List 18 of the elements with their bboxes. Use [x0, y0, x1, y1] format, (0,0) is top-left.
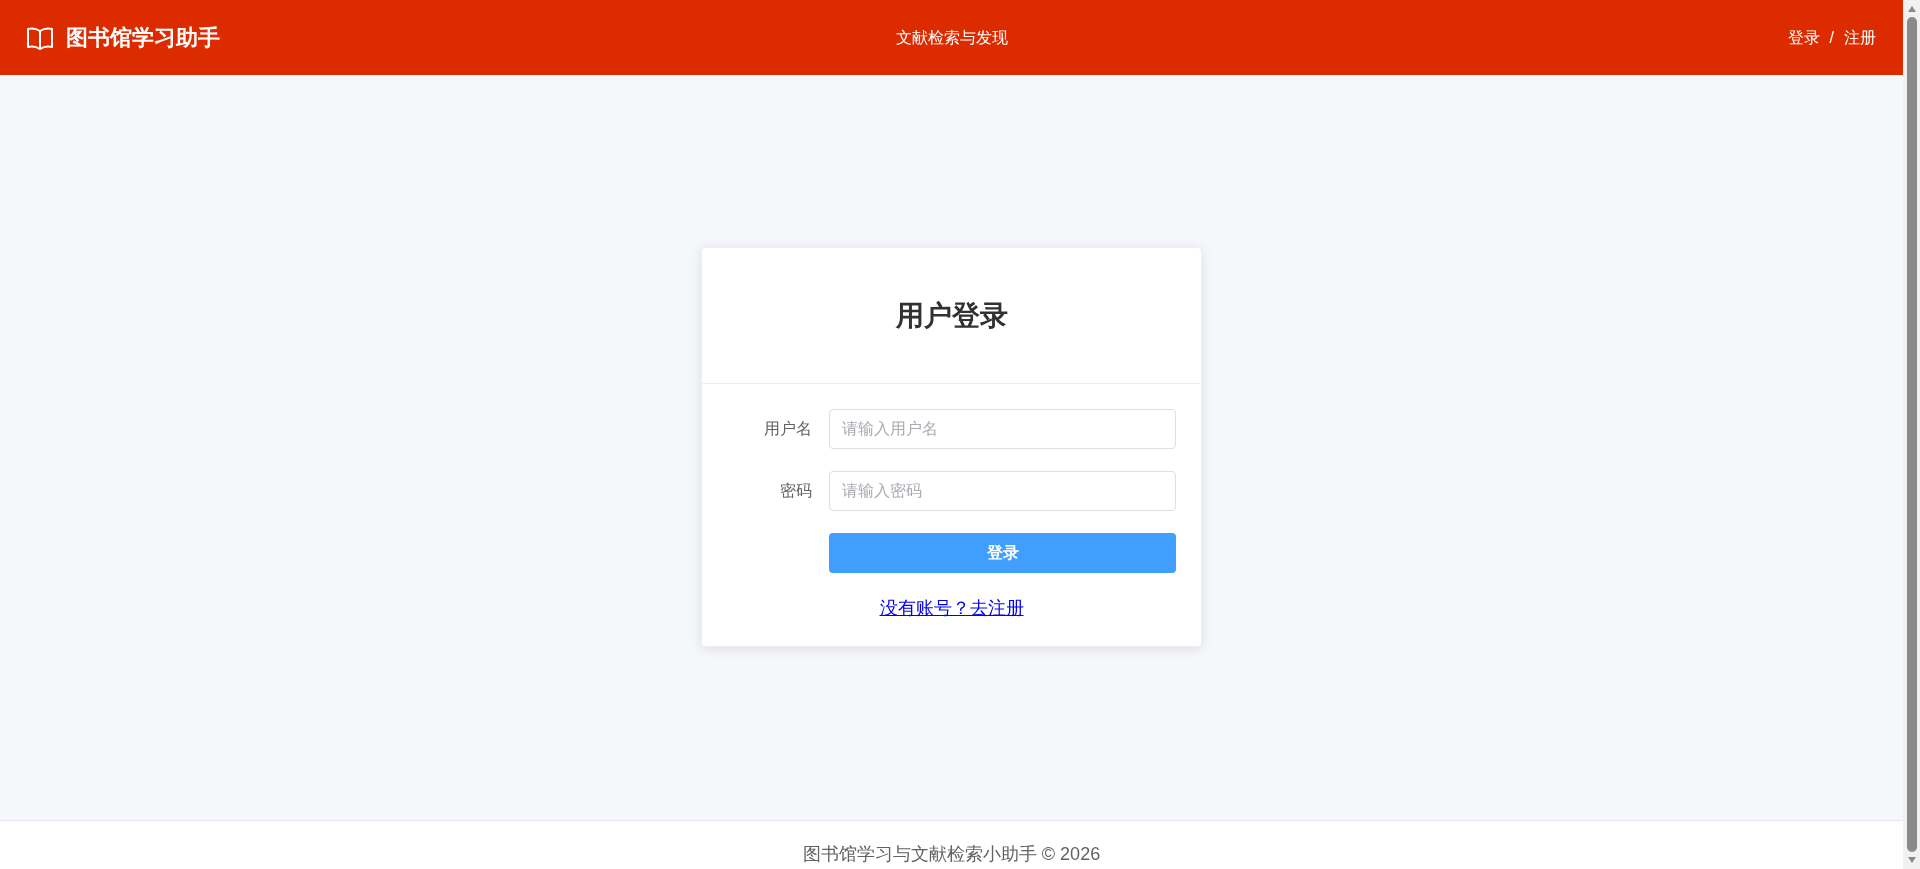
login-button[interactable]: 登录 [829, 533, 1176, 573]
scrollbar-thumb[interactable] [1906, 17, 1917, 852]
field-label: 用户名 [763, 419, 813, 439]
card-title: 用户登录 [895, 298, 1008, 333]
field-label: 密码 [779, 481, 813, 501]
register-link[interactable]: 注册 [1844, 25, 1876, 50]
scroll-up-icon[interactable] [1906, 5, 1917, 13]
login-link[interactable]: 登录 [1787, 25, 1820, 50]
footer-text: 图书馆学习与文献检索小助手 © 2026 [802, 843, 1101, 866]
separator: / [1829, 27, 1834, 48]
register-link[interactable]: 没有账号？去注册 [879, 595, 1024, 622]
nav-link[interactable]: 文献检索与发现 [895, 25, 1008, 50]
scrollbar[interactable] [1903, 0, 1920, 869]
scroll-down-icon[interactable] [1906, 856, 1917, 864]
input-field[interactable]: 请输入用户名 [829, 409, 1176, 449]
book-icon [26, 25, 54, 50]
app-title: 图书馆学习助手 [66, 24, 220, 52]
input-field[interactable]: 请输入密码 [829, 471, 1176, 511]
